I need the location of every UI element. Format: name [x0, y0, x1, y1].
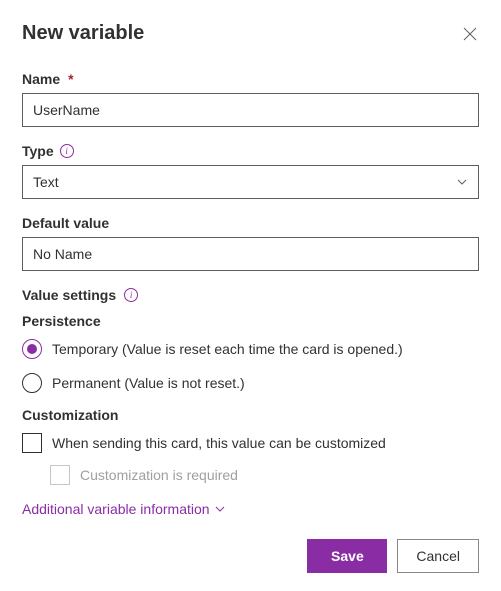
customization-label: Customization	[22, 407, 479, 423]
info-icon[interactable]: i	[124, 288, 138, 302]
info-icon[interactable]: i	[60, 144, 74, 158]
type-select-value: Text	[33, 174, 59, 190]
checkbox-icon	[22, 433, 42, 453]
cancel-button[interactable]: Cancel	[397, 539, 479, 573]
radio-button-icon	[22, 339, 42, 359]
additional-info-label: Additional variable information	[22, 501, 210, 517]
radio-temporary-label: Temporary (Value is reset each time the …	[52, 341, 403, 357]
required-indicator: *	[68, 71, 73, 87]
persistence-label: Persistence	[22, 313, 479, 329]
checkbox-sendable[interactable]: When sending this card, this value can b…	[22, 433, 479, 453]
value-settings-label: Value settings i	[22, 287, 479, 303]
chevron-down-icon	[456, 176, 468, 188]
dialog-title: New variable	[22, 22, 144, 45]
radio-permanent[interactable]: Permanent (Value is not reset.)	[22, 373, 479, 393]
checkbox-required-label: Customization is required	[80, 467, 238, 483]
default-value-label: Default value	[22, 215, 479, 231]
name-input[interactable]	[22, 93, 479, 127]
save-button[interactable]: Save	[307, 539, 387, 573]
radio-permanent-label: Permanent (Value is not reset.)	[52, 375, 245, 391]
chevron-down-icon	[214, 503, 226, 515]
name-label: Name*	[22, 71, 479, 87]
checkbox-icon	[50, 465, 70, 485]
type-label: Type i	[22, 143, 479, 159]
checkbox-required: Customization is required	[50, 465, 479, 485]
close-icon	[463, 27, 477, 41]
radio-button-icon	[22, 373, 42, 393]
radio-temporary[interactable]: Temporary (Value is reset each time the …	[22, 339, 479, 359]
additional-info-toggle[interactable]: Additional variable information	[22, 501, 479, 517]
default-value-input[interactable]	[22, 237, 479, 271]
close-button[interactable]	[461, 25, 479, 43]
type-select[interactable]: Text	[22, 165, 479, 199]
checkbox-sendable-label: When sending this card, this value can b…	[52, 435, 386, 451]
